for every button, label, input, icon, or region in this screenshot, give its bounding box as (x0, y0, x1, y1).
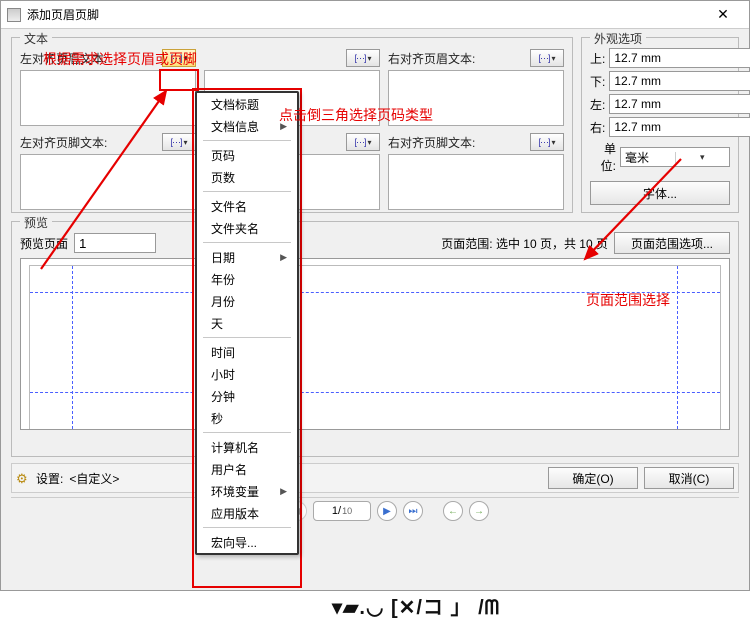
margin-left-label: 左: (590, 96, 605, 113)
background-obscured-text: ▾▰.◡ [✕/コ 」 /ᗰ (332, 591, 500, 620)
dropdown-separator (203, 242, 291, 243)
dropdown-item[interactable]: 文件名 (197, 195, 297, 217)
footer-left-textarea[interactable] (21, 155, 195, 209)
dropdown-item[interactable]: 分钟 (197, 385, 297, 407)
dropdown-item[interactable]: 文档标题 (197, 93, 297, 115)
footer-right-textarea[interactable] (389, 155, 563, 209)
footer-left-menu-button[interactable]: [⋯]▾ (162, 133, 196, 151)
margin-left-input[interactable]: ▲▼ (609, 94, 750, 114)
unit-combo[interactable]: 毫米▾ (620, 147, 730, 167)
text-group-label: 文本 (20, 30, 52, 47)
submenu-arrow-icon: ▶ (280, 121, 287, 132)
pager-back-button[interactable]: ← (443, 501, 463, 521)
dropdown-item[interactable]: 环境变量▶ (197, 480, 297, 502)
dropdown-item[interactable]: 宏向导... (197, 531, 297, 553)
settings-label: 设置: (36, 470, 63, 487)
page-range-text: 页面范围: 选中 10 页，共 10 页 (441, 235, 608, 252)
pager-last-button[interactable]: ⏭ (403, 501, 423, 521)
preview-canvas (20, 258, 730, 430)
margin-top-input[interactable]: ▲▼ (609, 48, 750, 68)
appearance-group: 外观选项 上: ▲▼ 下: ▲▼ (581, 37, 739, 213)
dropdown-separator (203, 527, 291, 528)
dropdown-separator (203, 432, 291, 433)
window-title: 添加页眉页脚 (27, 6, 99, 23)
margin-bottom-label: 下: (590, 73, 605, 90)
dropdown-item[interactable]: 时间 (197, 341, 297, 363)
preview-page-input[interactable] (74, 233, 156, 253)
margin-top-label: 上: (590, 50, 605, 67)
dropdown-item[interactable]: 天 (197, 312, 297, 334)
close-button[interactable]: ✕ (703, 3, 743, 27)
dropdown-separator (203, 191, 291, 192)
margin-right-input[interactable]: ▲▼ (609, 117, 750, 137)
preview-page-label: 预览页面 (20, 235, 68, 252)
margin-bottom-input[interactable]: ▲▼ (609, 71, 750, 91)
footer-right-label: 右对齐页脚文本: (388, 134, 475, 151)
header-left-menu-button[interactable]: [⋯]▾ (162, 49, 196, 67)
dropdown-item[interactable]: 用户名 (197, 458, 297, 480)
preview-group-label: 预览 (20, 214, 52, 231)
dropdown-item[interactable]: 文档信息▶ (197, 115, 297, 137)
dropdown-item[interactable]: 应用版本 (197, 502, 297, 524)
unit-label: 单位: (590, 140, 616, 174)
dropdown-item[interactable]: 计算机名 (197, 436, 297, 458)
submenu-arrow-icon: ▶ (280, 252, 287, 263)
footer-right-menu-button[interactable]: [⋯]▾ (530, 133, 564, 151)
footer-center-menu-button[interactable]: [⋯]▾ (346, 133, 380, 151)
insert-field-dropdown[interactable]: 文档标题文档信息▶ 页码页数文件名文件夹名日期▶年份月份天时间小时分钟秒计算机名用… (195, 91, 299, 555)
gear-icon: ⚙ (16, 471, 30, 485)
settings-value: <自定义> (69, 470, 119, 487)
header-right-textarea[interactable] (389, 71, 563, 125)
dropdown-separator (203, 140, 291, 141)
cancel-button[interactable]: 取消(C) (644, 467, 734, 489)
dropdown-item[interactable]: 文件夹名 (197, 217, 297, 239)
page-range-options-button[interactable]: 页面范围选项... (614, 232, 730, 254)
header-left-label: 左对齐页眉文本: (20, 50, 107, 67)
dropdown-item[interactable]: 月份 (197, 290, 297, 312)
dropdown-separator (203, 337, 291, 338)
pager-next-button[interactable]: ▶ (377, 501, 397, 521)
dropdown-item[interactable]: 小时 (197, 363, 297, 385)
header-center-menu-button[interactable]: [⋯]▾ (346, 49, 380, 67)
pager-forward-button[interactable]: → (469, 501, 489, 521)
dropdown-item[interactable]: 秒 (197, 407, 297, 429)
pager-indicator[interactable]: 1/10 (313, 501, 371, 521)
settings-bar: ⚙ 设置: <自定义> 确定(O) 取消(C) (11, 463, 739, 493)
margin-right-label: 右: (590, 119, 605, 136)
preview-group: 预览 预览页面 页面范围: 选中 10 页，共 10 页 页面范围选项... (11, 221, 739, 457)
header-right-menu-button[interactable]: [⋯]▾ (530, 49, 564, 67)
dropdown-item[interactable]: 年份 (197, 268, 297, 290)
header-right-label: 右对齐页眉文本: (388, 50, 475, 67)
titlebar: 添加页眉页脚 ✕ (1, 1, 749, 29)
font-button[interactable]: 字体... (590, 181, 730, 205)
dropdown-item[interactable]: 页码 (197, 144, 297, 166)
pager-bar: ⏮ ◀ 1/10 ▶ ⏭ ← → (11, 497, 739, 524)
app-icon (7, 8, 21, 22)
submenu-arrow-icon: ▶ (280, 486, 287, 497)
header-left-textarea[interactable] (21, 71, 195, 125)
dropdown-item[interactable]: 日期▶ (197, 246, 297, 268)
dropdown-item[interactable]: 页数 (197, 166, 297, 188)
appearance-group-label: 外观选项 (590, 30, 646, 47)
ok-button[interactable]: 确定(O) (548, 467, 638, 489)
footer-left-label: 左对齐页脚文本: (20, 134, 107, 151)
